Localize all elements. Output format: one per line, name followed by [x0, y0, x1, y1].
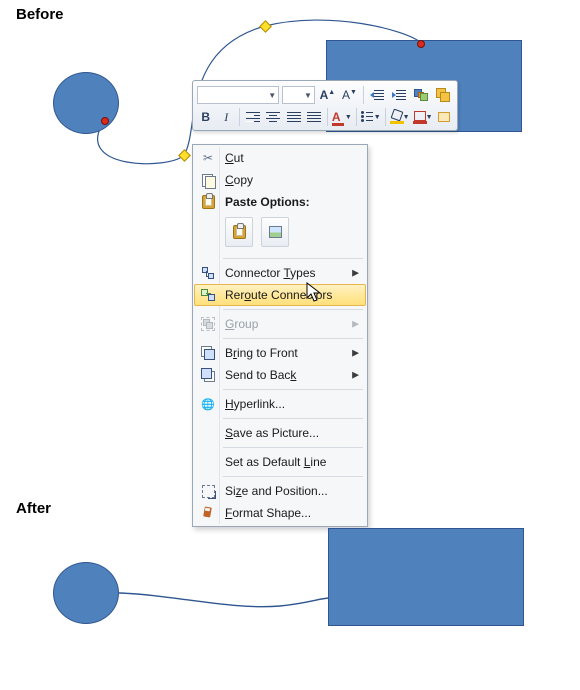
connector-types-icon [195, 262, 221, 284]
shape-circle-after[interactable] [53, 562, 119, 624]
mini-toolbar: ▼ ▼ A▲ A▼ B I A▼ ▼ ▼ ▼ [192, 80, 458, 131]
align-right-button[interactable] [285, 107, 303, 127]
adjust-handle-2[interactable] [259, 20, 272, 33]
menu-reroute-connectors[interactable]: Reroute Connectors [194, 284, 366, 306]
submenu-arrow-icon: ▶ [352, 348, 359, 359]
align-justify-button[interactable] [305, 107, 323, 127]
after-label: After [16, 500, 51, 517]
font-size-combo[interactable]: ▼ [282, 86, 315, 104]
menu-group: Group ▶ [195, 313, 365, 335]
adjust-handle-1[interactable] [178, 149, 191, 162]
size-position-icon [195, 480, 221, 502]
italic-button[interactable]: I [218, 107, 236, 127]
menu-bring-to-front[interactable]: Bring to Front ▶ [195, 342, 365, 364]
align-left-button[interactable] [244, 107, 262, 127]
menu-copy[interactable]: Copy [195, 169, 365, 191]
group-icon [195, 313, 221, 335]
clipboard-icon [195, 191, 221, 213]
shape-circle-before[interactable] [53, 72, 119, 134]
menu-paste-header-label: Paste Options: [225, 195, 310, 209]
menu-size-position[interactable]: Size and Position... [195, 480, 365, 502]
shrink-font-button[interactable]: A▼ [340, 85, 359, 105]
arrange-button[interactable] [434, 85, 453, 105]
menu-format-shape[interactable]: Format Shape... [195, 502, 365, 524]
menu-paste-options [195, 213, 365, 255]
menu-send-to-back[interactable]: Send to Back ▶ [195, 364, 365, 386]
shape-fill-button[interactable]: ▼ [390, 107, 410, 127]
before-label: Before [16, 6, 64, 23]
format-shape-icon [195, 502, 221, 524]
quick-styles-button[interactable] [412, 85, 431, 105]
submenu-arrow-icon: ▶ [352, 268, 359, 279]
submenu-arrow-icon: ▶ [352, 370, 359, 381]
submenu-arrow-icon: ▶ [352, 319, 359, 330]
grow-font-button[interactable]: A▲ [318, 85, 337, 105]
bullets-button[interactable]: ▼ [361, 107, 381, 127]
decrease-indent-button[interactable] [368, 85, 387, 105]
paste-option-text[interactable] [225, 217, 253, 247]
menu-cut-label: t [240, 151, 243, 165]
copy-icon [195, 169, 221, 191]
font-family-combo[interactable]: ▼ [197, 86, 279, 104]
menu-set-default-line[interactable]: Set as Default Line [195, 451, 365, 473]
paste-option-picture[interactable] [261, 217, 289, 247]
hyperlink-icon [195, 393, 221, 415]
menu-copy-label: opy [234, 173, 253, 187]
align-center-button[interactable] [264, 107, 282, 127]
menu-paste-options-header: Paste Options: [195, 191, 365, 213]
menu-cut[interactable]: Cut [195, 147, 365, 169]
menu-connector-types[interactable]: Connector Types ▶ [195, 262, 365, 284]
send-back-icon [195, 364, 221, 386]
scissors-icon [195, 147, 221, 169]
insert-shape-button[interactable] [436, 107, 454, 127]
reroute-icon [195, 285, 221, 305]
font-color-button[interactable]: A▼ [332, 107, 352, 127]
increase-indent-button[interactable] [390, 85, 409, 105]
bring-front-icon [195, 342, 221, 364]
menu-hyperlink[interactable]: Hyperlink... [195, 393, 365, 415]
context-menu: Cut Copy Paste Options: Connector Types … [192, 144, 368, 527]
endpoint-handle-left[interactable] [101, 117, 109, 125]
menu-save-as-picture[interactable]: Save as Picture... [195, 422, 365, 444]
shape-outline-button[interactable]: ▼ [413, 107, 433, 127]
shape-rect-after[interactable] [328, 528, 524, 626]
endpoint-handle-right[interactable] [417, 40, 425, 48]
bold-button[interactable]: B [197, 107, 215, 127]
